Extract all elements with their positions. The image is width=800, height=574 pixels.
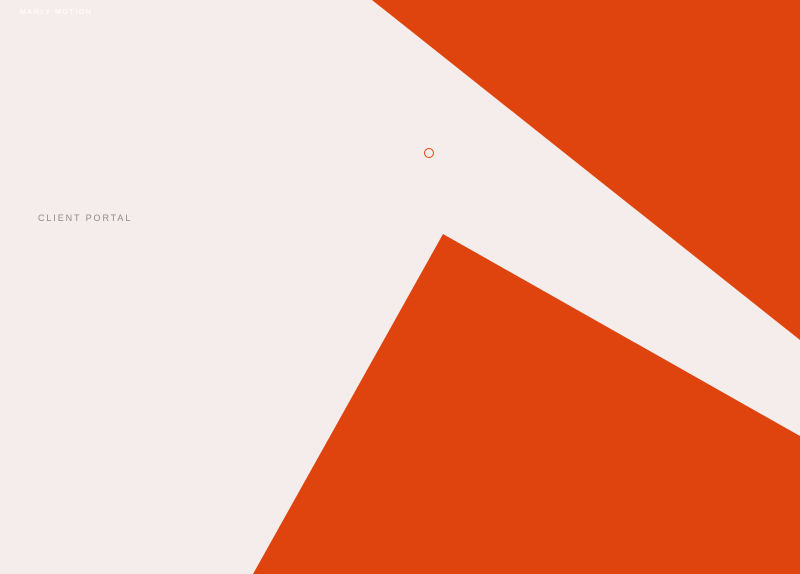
cursor-ring-icon: [424, 148, 434, 158]
hero-graphic: [253, 0, 800, 574]
client-portal-link[interactable]: CLIENT PORTAL: [38, 213, 132, 223]
brand-logo[interactable]: MANLY MOTION: [20, 9, 93, 16]
bottom-accent-shape: [253, 234, 800, 574]
landing-page: MANLY MOTION CLIENT PORTAL: [0, 0, 800, 574]
